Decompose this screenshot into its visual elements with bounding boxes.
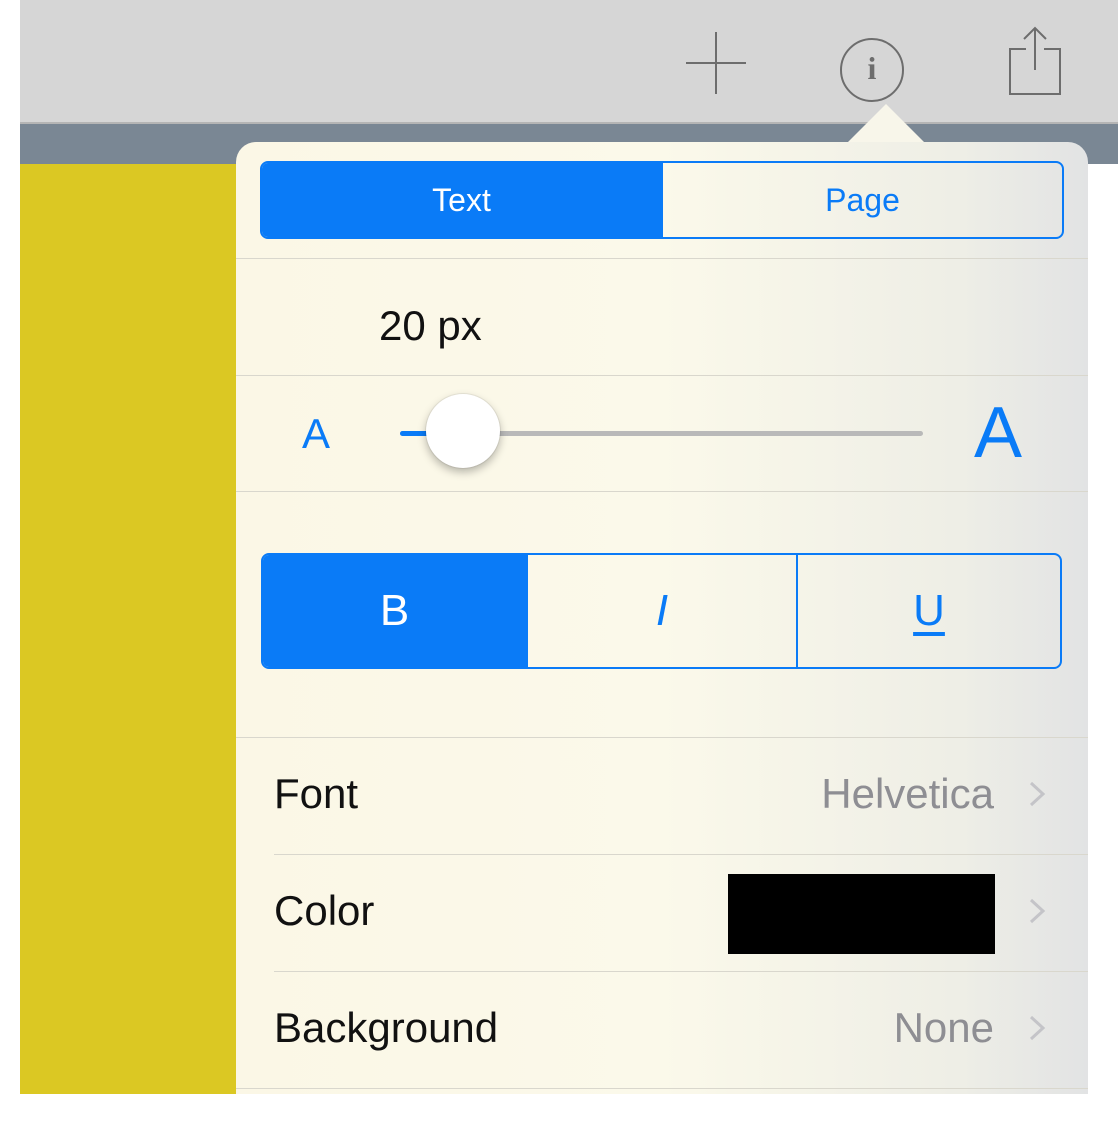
background-row-value: None: [893, 1004, 994, 1051]
tab-page[interactable]: Page: [661, 163, 1062, 237]
text-style-buttons: B I U: [261, 553, 1062, 669]
decrease-size-glyph: A: [302, 410, 331, 457]
divider: [236, 1088, 1088, 1089]
popover-arrow: [848, 104, 924, 142]
divider: [236, 258, 1088, 259]
share-icon[interactable]: [1006, 24, 1066, 103]
color-swatch: [728, 874, 995, 954]
color-row-label: Color: [274, 887, 375, 934]
slider-thumb[interactable]: [425, 394, 500, 468]
divider: [236, 375, 1088, 376]
font-row[interactable]: Font Helvetica: [274, 738, 1088, 855]
document-canvas: [20, 164, 236, 1094]
color-row[interactable]: Color: [274, 855, 1088, 972]
underline-button[interactable]: U: [796, 555, 1060, 667]
inspector-tabs: Text Page: [260, 161, 1064, 239]
tab-text[interactable]: Text: [262, 163, 661, 237]
font-size-value: 20 px: [379, 302, 482, 349]
font-row-label: Font: [274, 770, 359, 817]
info-glyph: i: [867, 50, 877, 86]
top-toolbar: i: [20, 0, 1118, 124]
format-inspector-popover: Text Page 20 px A A B I U Font Helvetica…: [236, 142, 1088, 1094]
increase-size-glyph: A: [974, 393, 1023, 473]
chevron-right-icon: [1028, 1014, 1046, 1047]
chevron-right-icon: [1028, 780, 1046, 813]
chevron-right-icon: [1028, 897, 1046, 930]
italic-button[interactable]: I: [526, 555, 796, 667]
info-icon[interactable]: i: [838, 36, 906, 104]
font-row-value: Helvetica: [821, 770, 994, 817]
bold-button[interactable]: B: [263, 555, 526, 667]
add-icon[interactable]: [684, 30, 748, 101]
divider: [236, 491, 1088, 492]
background-row-label: Background: [274, 1004, 499, 1051]
background-row[interactable]: Background None: [274, 972, 1088, 1089]
